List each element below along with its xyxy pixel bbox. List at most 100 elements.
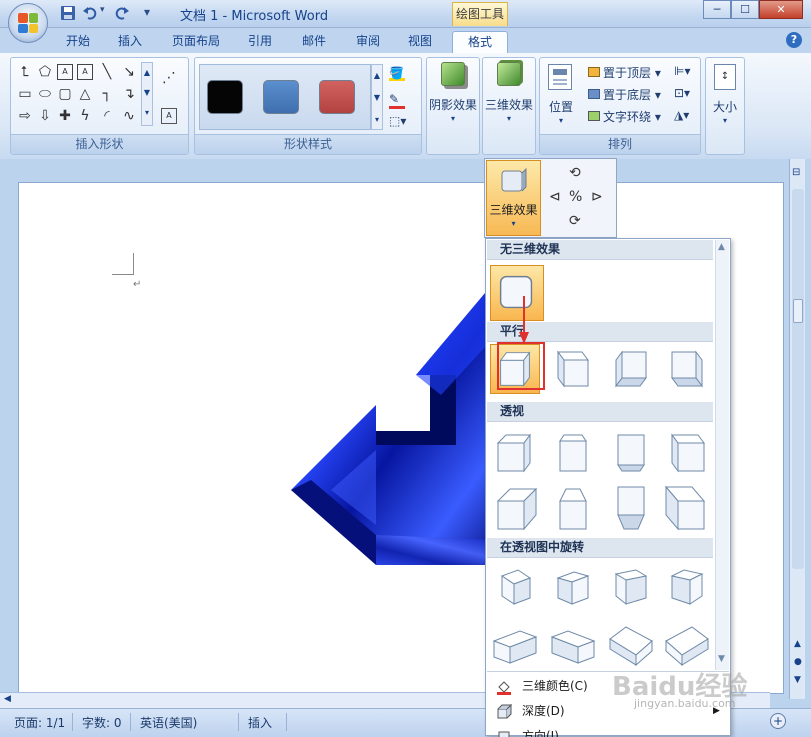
undo-icon[interactable] [82, 5, 100, 23]
parallel-option-2[interactable] [548, 344, 598, 394]
select-browse-icon[interactable]: ● [794, 657, 802, 667]
minimize-button[interactable]: ─ [703, 0, 731, 19]
rotation-option-8[interactable] [662, 619, 712, 669]
scroll-down-icon[interactable]: ▼ [794, 675, 801, 685]
position-button-label[interactable]: 位置 [540, 98, 582, 115]
size-dropdown-icon[interactable]: ▾ [706, 116, 744, 125]
shape-vertical-textbox-icon[interactable]: A [77, 64, 93, 80]
shape-fill-icon[interactable]: 🪣 [389, 66, 405, 81]
style-swatch-red[interactable] [319, 80, 355, 114]
parallel-option-3[interactable] [606, 344, 656, 394]
bring-to-front-button[interactable]: 置于顶层 ▾ [588, 64, 661, 81]
tab-insert[interactable]: 插入 [110, 31, 150, 53]
status-page[interactable]: 页面: 1/1 [14, 714, 65, 731]
gallery-scroll-up-icon[interactable]: ▲ [718, 242, 725, 252]
rotation-option-5[interactable] [490, 619, 540, 669]
status-words[interactable]: 字数: 0 [82, 714, 122, 731]
status-language[interactable]: 英语(美国) [140, 714, 197, 731]
shape-triangle-icon[interactable]: △ [77, 86, 93, 102]
rotation-option-2[interactable] [548, 562, 598, 612]
rotation-option-6[interactable] [548, 619, 598, 669]
shape-plus-icon[interactable]: ✚ [57, 108, 73, 124]
rotation-option-3[interactable] [606, 562, 656, 612]
styles-gallery-scroll[interactable]: ▲ ▼ ▾ [371, 64, 383, 130]
rotation-option-7[interactable] [606, 619, 656, 669]
shape-freeform-icon[interactable]: ⮤ [17, 64, 33, 80]
edit-shape-icon[interactable]: ⋰ [161, 70, 177, 86]
shape-pentagon-icon[interactable]: ⬠ [37, 64, 53, 80]
tilt-up-icon[interactable]: ⟲ [569, 165, 581, 181]
shadow-effects-button-label[interactable]: 阴影效果 [427, 96, 479, 113]
perspective-option-8[interactable] [662, 483, 712, 533]
size-icon[interactable]: ↕ [714, 64, 736, 90]
rotation-option-4[interactable] [662, 562, 712, 612]
close-button[interactable]: ✕ [759, 0, 803, 19]
no-threed-effect-option[interactable] [490, 265, 544, 321]
customize-qat-button[interactable]: ▾ [144, 5, 156, 23]
blue-3d-arrow-shape[interactable] [291, 275, 501, 565]
zoom-in-icon[interactable]: + [770, 713, 786, 729]
gallery-scrollbar[interactable]: ▲ ▼ [715, 240, 729, 670]
office-button[interactable] [8, 3, 48, 43]
draw-textbox-icon[interactable]: A [161, 108, 177, 124]
group-objects-icon[interactable]: ⊡▾ [674, 86, 690, 100]
tilt-down-icon[interactable]: ⟳ [569, 213, 581, 229]
threed-effects-dropdown-icon[interactable]: ▾ [483, 114, 535, 123]
shape-elbow-connector-icon[interactable]: ┐ [99, 86, 115, 102]
threed-effects-button-label[interactable]: 三维效果 [483, 96, 535, 113]
shape-oval-icon[interactable]: ⬭ [37, 86, 53, 102]
undo-dropdown-icon[interactable]: ▾ [100, 5, 110, 23]
tab-home[interactable]: 开始 [58, 31, 98, 53]
threed-effects-icon[interactable] [497, 62, 521, 86]
scroll-track[interactable] [792, 189, 804, 569]
position-icon[interactable] [548, 64, 572, 90]
perspective-option-2[interactable] [548, 427, 598, 477]
shadow-effects-icon[interactable] [441, 62, 465, 86]
vertical-scrollbar[interactable]: ⊟ ▲ ● ▼ [789, 159, 805, 699]
shadow-effects-dropdown-icon[interactable]: ▾ [427, 114, 479, 123]
shape-down-arrow-icon[interactable]: ⇩ [37, 108, 53, 124]
perspective-option-6[interactable] [548, 483, 598, 533]
maximize-button[interactable]: ☐ [731, 0, 759, 19]
shape-rectangle-icon[interactable]: ▭ [17, 86, 33, 102]
tab-review[interactable]: 审阅 [348, 31, 388, 53]
scroll-thumb[interactable] [793, 299, 803, 323]
tilt-left-icon[interactable]: ⊲ [549, 189, 561, 205]
style-swatch-black[interactable] [207, 80, 243, 114]
gallery-scroll-down-icon[interactable]: ▼ [718, 654, 725, 664]
position-dropdown-icon[interactable]: ▾ [540, 116, 582, 125]
perspective-option-7[interactable] [606, 483, 656, 533]
text-wrap-button[interactable]: 文字环绕 ▾ [588, 108, 661, 125]
shape-rounded-rect-icon[interactable]: ▢ [57, 86, 73, 102]
scroll-left-icon[interactable]: ◀ [4, 694, 11, 704]
parallel-option-4[interactable] [662, 344, 712, 394]
tilt-right-icon[interactable]: ⊳ [591, 189, 603, 205]
size-button-label[interactable]: 大小 [706, 98, 744, 115]
save-icon[interactable] [60, 5, 78, 23]
tab-view[interactable]: 视图 [400, 31, 440, 53]
perspective-option-4[interactable] [662, 427, 712, 477]
perspective-option-5[interactable] [490, 483, 540, 533]
perspective-option-1[interactable] [490, 427, 540, 477]
rotation-option-1[interactable] [490, 562, 540, 612]
shape-outline-icon[interactable]: ✎ [389, 92, 405, 109]
redo-icon[interactable] [114, 5, 132, 23]
status-insert-mode[interactable]: 插入 [248, 714, 272, 731]
tab-page-layout[interactable]: 页面布局 [164, 31, 228, 53]
tab-mailings[interactable]: 邮件 [294, 31, 334, 53]
threed-toggle-icon[interactable]: % [569, 189, 582, 205]
shape-textbox-icon[interactable]: A [57, 64, 73, 80]
style-swatch-blue[interactable] [263, 80, 299, 114]
help-icon[interactable]: ? [786, 32, 802, 48]
perspective-option-3[interactable] [606, 427, 656, 477]
shape-line-icon[interactable]: ╲ [99, 64, 115, 80]
scroll-up-icon[interactable]: ▲ [794, 639, 801, 649]
align-icon[interactable]: ⊫▾ [674, 64, 690, 78]
shape-arc-icon[interactable]: ◜ [99, 108, 115, 124]
tab-references[interactable]: 引用 [240, 31, 280, 53]
shape-arrow-line-icon[interactable]: ↘ [121, 64, 137, 80]
send-to-back-button[interactable]: 置于底层 ▾ [588, 86, 661, 103]
menu-direction[interactable]: 方向(I) [487, 725, 729, 737]
change-shape-icon[interactable]: ⬚▾ [389, 114, 406, 128]
tab-format[interactable]: 格式 [452, 31, 508, 53]
